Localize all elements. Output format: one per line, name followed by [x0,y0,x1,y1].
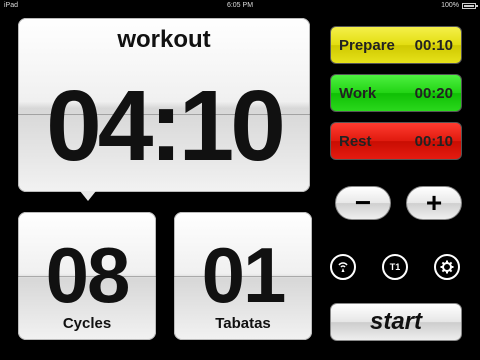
tabatas-card[interactable]: 01 Tabatas [174,212,312,340]
signal-icon [338,262,348,272]
decrement-button[interactable]: − [335,186,391,220]
prepare-interval-button[interactable]: Prepare 00:10 [330,26,462,64]
minus-icon: − [354,187,372,218]
start-label: start [369,308,423,335]
workout-title: workout [117,26,211,53]
work-label: Work [339,84,377,102]
work-interval-button[interactable]: Work 00:20 [330,74,462,112]
battery-percent: 100% [441,2,459,9]
tabatas-label: Tabatas [215,315,271,332]
rest-interval-button[interactable]: Rest 00:10 [330,122,462,160]
cycles-card[interactable]: 08 Cycles [18,212,156,340]
increment-button[interactable]: + [406,186,462,220]
cycles-value: 08 [45,231,131,319]
workout-time: 04:10 [46,70,286,182]
cycles-label: Cycles [62,315,112,332]
status-time: 6:05 PM [226,2,254,9]
rest-label: Rest [339,132,372,150]
tabatas-value: 01 [201,231,287,319]
t1-button[interactable]: T1 [382,254,408,280]
prepare-label: Prepare [339,36,395,54]
gear-icon [440,260,454,274]
prepare-time: 00:10 [414,36,453,54]
plus-icon: + [425,187,443,218]
status-bar: iPad 6:05 PM 100% [0,0,480,12]
card-pointer [80,191,96,201]
start-button[interactable]: start [330,303,462,341]
battery-icon [462,3,478,9]
t1-icon: T1 [389,262,401,272]
battery-indicator: 100% [441,0,478,12]
sound-button[interactable] [330,254,356,280]
settings-button[interactable] [434,254,460,280]
work-time: 00:20 [414,84,453,102]
workout-timer-card[interactable]: workout 04:10 [18,18,310,192]
rest-time: 00:10 [414,132,453,150]
